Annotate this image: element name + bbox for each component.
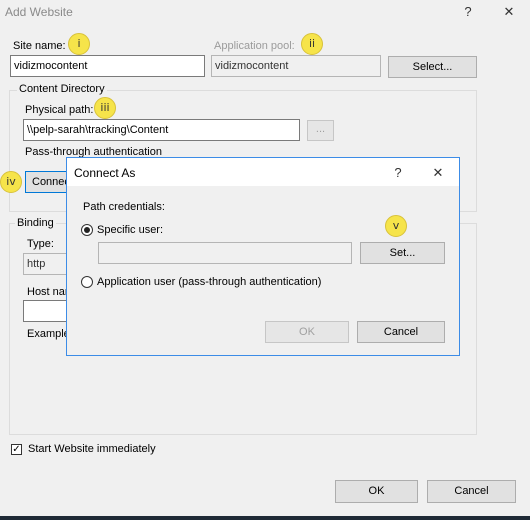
help-button[interactable]: ?	[458, 4, 478, 19]
site-name-label: Site name:	[13, 40, 66, 52]
application-user-radio[interactable]	[81, 276, 93, 288]
connect-as-title: Connect As	[74, 166, 136, 180]
specific-user-field	[98, 242, 352, 264]
connect-as-cancel-button[interactable]: Cancel	[357, 321, 445, 343]
physical-path-input[interactable]: \\pelp-sarah\tracking\Content	[23, 119, 300, 141]
content-directory-title: Content Directory	[17, 83, 107, 95]
physical-path-label: Physical path:	[25, 104, 94, 116]
app-pool-label: Application pool:	[214, 40, 295, 52]
badge-iii: iii	[94, 97, 116, 119]
app-pool-field: vidizmocontent	[211, 55, 381, 77]
site-name-input[interactable]: vidizmocontent	[10, 55, 205, 77]
badge-v: v	[385, 215, 407, 237]
taskbar-strip	[0, 516, 530, 520]
specific-user-radio[interactable]	[81, 224, 93, 236]
connect-as-dialog: Connect As ? ✕ Path credentials: Specifi…	[66, 157, 460, 356]
window-title: Add Website	[5, 5, 73, 19]
badge-ii: ii	[301, 33, 323, 55]
badge-i: i	[68, 33, 90, 55]
connect-as-help-button[interactable]: ?	[388, 165, 408, 180]
path-credentials-label: Path credentials:	[83, 201, 165, 213]
binding-title: Binding	[15, 217, 56, 229]
binding-type-label: Type:	[27, 238, 54, 250]
select-app-pool-button[interactable]: Select...	[388, 56, 477, 78]
connect-as-close-button[interactable]: ✕	[428, 165, 448, 181]
set-credentials-button[interactable]: Set...	[360, 242, 445, 264]
connect-as-ok-button[interactable]: OK	[265, 321, 349, 343]
start-website-label: Start Website immediately	[28, 443, 156, 455]
browse-path-button[interactable]: ...	[307, 120, 334, 141]
cancel-button[interactable]: Cancel	[427, 480, 516, 503]
badge-iv: iv	[0, 171, 22, 193]
radio-selected-dot	[84, 227, 90, 233]
application-user-label: Application user (pass-through authentic…	[97, 276, 322, 288]
binding-example-label: Example	[27, 328, 70, 340]
close-button[interactable]: ✕	[499, 4, 519, 20]
specific-user-label: Specific user:	[97, 224, 164, 236]
start-website-checkbox[interactable]: ✓	[11, 444, 22, 455]
ok-button[interactable]: OK	[335, 480, 418, 503]
